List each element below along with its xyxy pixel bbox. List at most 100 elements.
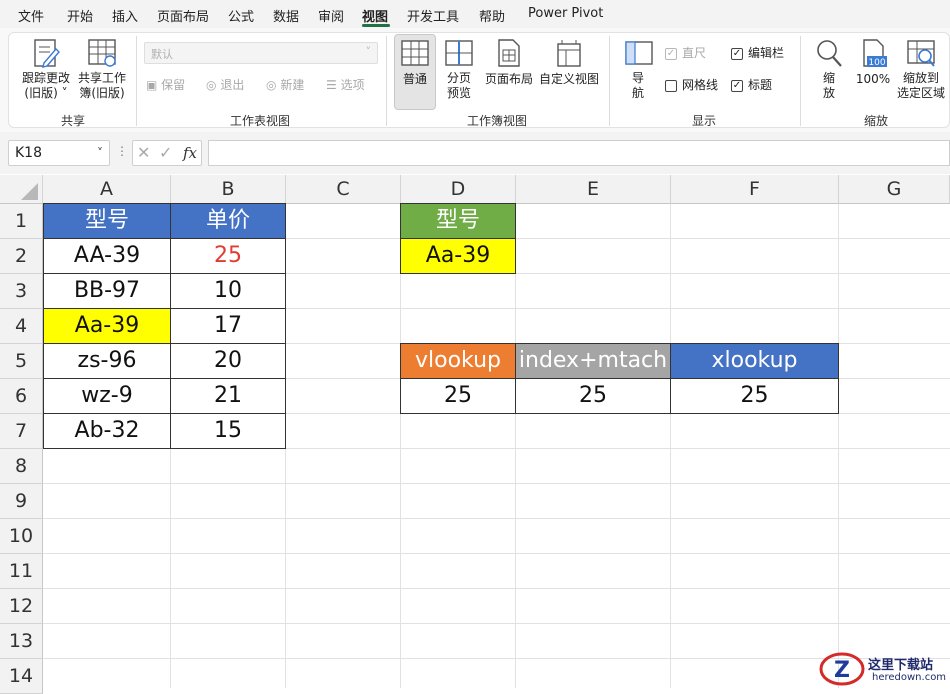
page-layout-icon	[498, 39, 520, 67]
row-header-2[interactable]: 2	[0, 239, 43, 274]
cell-a6[interactable]: wz-9	[43, 378, 171, 414]
formula-input[interactable]	[208, 140, 950, 166]
view-options-button[interactable]: ☰ 选项	[326, 78, 365, 93]
cell-f5[interactable]: xlookup	[670, 343, 839, 379]
gridline	[43, 623, 950, 624]
cell-a7[interactable]: Ab-32	[43, 413, 171, 449]
gridline	[43, 518, 950, 519]
cell-a4[interactable]: Aa-39	[43, 308, 171, 344]
cell-e6[interactable]: 25	[515, 378, 671, 414]
custom-views-icon	[557, 40, 581, 67]
cell-f6[interactable]: 25	[670, 378, 839, 414]
track-changes-button[interactable]: 跟踪更改 (旧版) ˅	[20, 71, 72, 101]
row-header-11[interactable]: 11	[0, 554, 43, 589]
column-header-g[interactable]: G	[839, 175, 950, 204]
chevron-down-icon: ˅	[365, 45, 372, 58]
row-header-8[interactable]: 8	[0, 449, 43, 484]
row-header-1[interactable]: 1	[0, 204, 43, 239]
cell-b2[interactable]: 25	[170, 238, 286, 274]
confirm-icon[interactable]: ✓	[159, 143, 172, 162]
cell-d5[interactable]: vlookup	[400, 343, 516, 379]
group-label-show: 显示	[692, 114, 717, 128]
row-header-3[interactable]: 3	[0, 274, 43, 309]
row-header-4[interactable]: 4	[0, 309, 43, 344]
cell-a3[interactable]: BB-97	[43, 273, 171, 309]
menu-formulas[interactable]: 公式	[228, 6, 254, 25]
menu-page-layout[interactable]: 页面布局	[157, 6, 209, 25]
normal-view-label: 普通	[402, 72, 427, 86]
menu-data[interactable]: 数据	[273, 6, 299, 25]
zoom-to-selection-button[interactable]: 缩放到 选定区域	[894, 71, 948, 101]
menu-insert[interactable]: 插入	[112, 6, 138, 25]
column-header-f[interactable]: F	[671, 175, 839, 204]
menu-developer[interactable]: 开发工具	[407, 6, 459, 25]
menu-view[interactable]: 视图	[362, 6, 388, 25]
menu-file[interactable]: 文件	[18, 6, 44, 25]
row-header-7[interactable]: 7	[0, 414, 43, 449]
column-header-b[interactable]: B	[171, 175, 286, 204]
headings-checkbox[interactable]: ✓	[731, 80, 743, 92]
cell-e5[interactable]: index+mtach	[515, 343, 671, 379]
cell-b1[interactable]: 单价	[170, 203, 286, 239]
menu-power-pivot[interactable]: Power Pivot	[528, 6, 603, 21]
more-options-icon[interactable]: ⋮	[116, 144, 128, 158]
navigation-pane-icon	[625, 41, 653, 65]
ruler-checkbox[interactable]: ✓	[665, 48, 677, 60]
chevron-down-icon[interactable]: ˅	[97, 141, 103, 165]
column-header-c[interactable]: C	[286, 175, 401, 204]
cell-a5[interactable]: zs-96	[43, 343, 171, 379]
page-break-preview-button[interactable]: 分页 预览	[440, 71, 478, 101]
cell-d1[interactable]: 型号	[400, 203, 516, 239]
formula-bar-label: 编辑栏	[748, 46, 785, 60]
menu-home[interactable]: 开始	[67, 6, 93, 25]
share-workbook-icon	[88, 39, 116, 67]
cell-b6[interactable]: 21	[170, 378, 286, 414]
page-break-preview-icon	[445, 40, 473, 66]
cell-d6[interactable]: 25	[400, 378, 516, 414]
cell-b5[interactable]: 20	[170, 343, 286, 379]
cell-d2[interactable]: Aa-39	[400, 238, 516, 274]
keep-view-button[interactable]: ▣ 保留	[146, 78, 185, 93]
sheet-view-dropdown[interactable]: 默认 ˅	[144, 42, 378, 64]
watermark-url: heredown.com	[872, 672, 947, 683]
row-header-14[interactable]: 14	[0, 659, 43, 694]
watermark-logo-icon: Z	[819, 652, 865, 686]
formula-bar-checkbox[interactable]: ✓	[731, 48, 743, 60]
eye-icon: ◎	[206, 78, 217, 92]
gridline	[43, 483, 950, 484]
cell-b7[interactable]: 15	[170, 413, 286, 449]
cell-b4[interactable]: 17	[170, 308, 286, 344]
row-header-9[interactable]: 9	[0, 484, 43, 519]
formula-bar: K18 ˅ ⋮ ✕ ✓ fx	[0, 132, 950, 174]
name-box[interactable]: K18 ˅	[8, 140, 110, 166]
cell-a1[interactable]: 型号	[43, 203, 171, 239]
row-header-5[interactable]: 5	[0, 344, 43, 379]
insert-function-icon[interactable]: fx	[183, 144, 197, 162]
zoom-100-button[interactable]: 100%	[855, 72, 891, 87]
ribbon-separator	[136, 36, 137, 126]
share-workbook-button[interactable]: 共享工作 簿(旧版)	[76, 71, 128, 101]
zoom-button[interactable]: 缩放	[819, 71, 839, 101]
row-header-10[interactable]: 10	[0, 519, 43, 554]
column-header-a[interactable]: A	[43, 175, 171, 204]
gridlines-label: 网格线	[682, 78, 719, 92]
gridlines-checkbox[interactable]	[665, 80, 677, 92]
exit-view-button[interactable]: ◎ 退出	[206, 78, 244, 93]
row-header-13[interactable]: 13	[0, 624, 43, 659]
cell-a2[interactable]: AA-39	[43, 238, 171, 274]
zoom-icon	[817, 40, 842, 67]
cell-b3[interactable]: 10	[170, 273, 286, 309]
menu-review[interactable]: 审阅	[318, 6, 344, 25]
page-layout-button[interactable]: 页面布局	[482, 72, 536, 87]
column-header-e[interactable]: E	[516, 175, 671, 204]
new-view-button[interactable]: ◎ 新建	[266, 78, 304, 93]
select-all-button[interactable]	[0, 175, 43, 204]
custom-views-button[interactable]: 自定义视图	[538, 72, 600, 87]
row-header-6[interactable]: 6	[0, 379, 43, 414]
navigation-button[interactable]: 导航	[628, 71, 648, 101]
row-header-12[interactable]: 12	[0, 589, 43, 624]
menu-help[interactable]: 帮助	[479, 6, 505, 25]
cancel-icon[interactable]: ✕	[137, 143, 150, 162]
column-header-d[interactable]: D	[401, 175, 516, 204]
gridline	[43, 658, 950, 659]
